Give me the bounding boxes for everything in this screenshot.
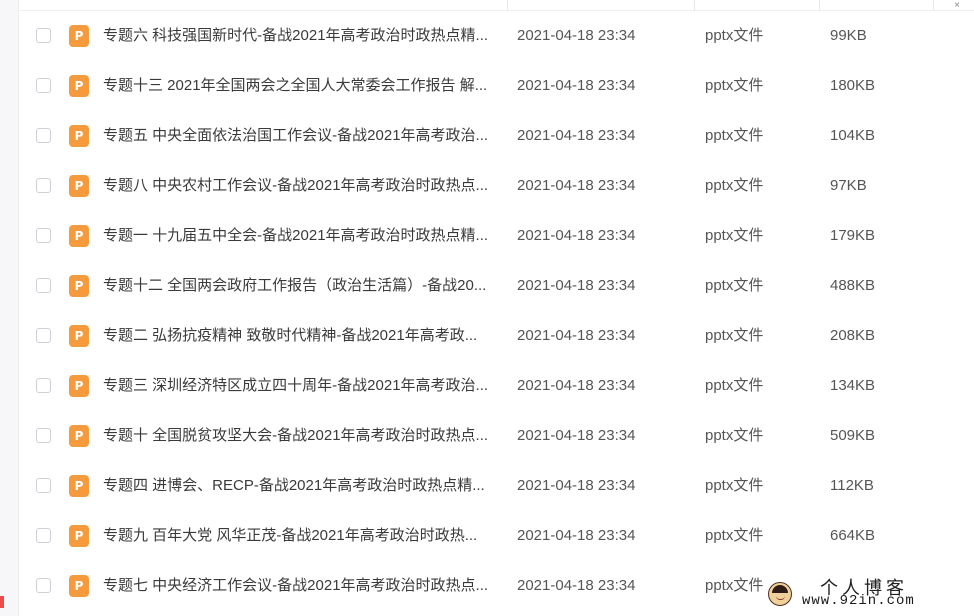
row-checkbox[interactable] — [36, 528, 51, 543]
file-size: 97KB — [830, 177, 867, 194]
file-modified-date: 2021-04-18 23:34 — [517, 427, 636, 444]
file-size: 488KB — [830, 277, 876, 294]
file-name[interactable]: 专题九 百年大党 风华正茂-备战2021年高考政治时政热... — [103, 527, 495, 545]
file-name[interactable]: 专题八 中央农村工作会议-备战2021年高考政治时政热点... — [103, 177, 495, 195]
file-name[interactable]: 专题二 弘扬抗疫精神 致敬时代精神-备战2021年高考政... — [103, 327, 495, 345]
file-row[interactable]: P 专题八 中央农村工作会议-备战2021年高考政治时政热点... 2021-0… — [18, 161, 974, 211]
file-type: pptx文件 — [705, 177, 764, 194]
file-type: pptx文件 — [705, 27, 764, 44]
file-name[interactable]: 专题三 深圳经济特区成立四十周年-备战2021年高考政治... — [103, 377, 495, 395]
close-icon[interactable]: × — [954, 0, 960, 11]
row-checkbox[interactable] — [36, 478, 51, 493]
column-divider — [933, 0, 934, 10]
row-checkbox[interactable] — [36, 428, 51, 443]
file-modified-date: 2021-04-18 23:34 — [517, 227, 636, 244]
file-row[interactable]: P 专题四 进博会、RECP-备战2021年高考政治时政热点精... 2021-… — [18, 461, 974, 511]
ppt-file-icon: P — [69, 375, 89, 397]
row-checkbox[interactable] — [36, 178, 51, 193]
file-type: pptx文件 — [705, 277, 764, 294]
column-divider — [507, 0, 508, 10]
ppt-file-icon: P — [69, 425, 89, 447]
file-modified-date: 2021-04-18 23:34 — [517, 277, 636, 294]
row-checkbox[interactable] — [36, 28, 51, 43]
ppt-file-icon: P — [69, 125, 89, 147]
file-row[interactable]: P 专题十二 全国两会政府工作报告（政治生活篇）-备战20... 2021-04… — [18, 261, 974, 311]
left-sidebar-gutter — [0, 0, 19, 616]
row-checkbox[interactable] — [36, 228, 51, 243]
column-divider — [694, 0, 695, 10]
ppt-file-icon: P — [69, 25, 89, 47]
file-size: 99KB — [830, 27, 867, 44]
row-checkbox[interactable] — [36, 578, 51, 593]
row-checkbox[interactable] — [36, 378, 51, 393]
row-checkbox[interactable] — [36, 328, 51, 343]
file-row[interactable]: P 专题六 科技强国新时代-备战2021年高考政治时政热点精... 2021-0… — [18, 11, 974, 61]
file-row[interactable]: P 专题五 中央全面依法治国工作会议-备战2021年高考政治... 2021-0… — [18, 111, 974, 161]
file-size: 509KB — [830, 427, 876, 444]
file-modified-date: 2021-04-18 23:34 — [517, 127, 636, 144]
file-list: P 专题六 科技强国新时代-备战2021年高考政治时政热点精... 2021-0… — [18, 11, 974, 611]
file-size: 134KB — [830, 377, 876, 394]
file-name[interactable]: 专题四 进博会、RECP-备战2021年高考政治时政热点精... — [103, 477, 495, 495]
left-accent-bar — [0, 596, 4, 608]
ppt-file-icon: P — [69, 175, 89, 197]
file-modified-date: 2021-04-18 23:34 — [517, 27, 636, 44]
file-type: pptx文件 — [705, 127, 764, 144]
row-checkbox[interactable] — [36, 128, 51, 143]
file-modified-date: 2021-04-18 23:34 — [517, 377, 636, 394]
file-modified-date: 2021-04-18 23:34 — [517, 477, 636, 494]
file-name[interactable]: 专题十三 2021年全国两会之全国人大常委会工作报告 解... — [103, 77, 495, 95]
file-type: pptx文件 — [705, 77, 764, 94]
file-name[interactable]: 专题十二 全国两会政府工作报告（政治生活篇）-备战20... — [103, 277, 495, 295]
ppt-file-icon: P — [69, 275, 89, 297]
file-row[interactable]: P 专题一 十九届五中全会-备战2021年高考政治时政热点精... 2021-0… — [18, 211, 974, 261]
file-name[interactable]: 专题五 中央全面依法治国工作会议-备战2021年高考政治... — [103, 127, 495, 145]
ppt-file-icon: P — [69, 575, 89, 597]
file-row[interactable]: P 专题十 全国脱贫攻坚大会-备战2021年高考政治时政热点... 2021-0… — [18, 411, 974, 461]
file-type: pptx文件 — [705, 427, 764, 444]
ppt-file-icon: P — [69, 325, 89, 347]
file-size: 208KB — [830, 327, 876, 344]
file-modified-date: 2021-04-18 23:34 — [517, 527, 636, 544]
file-row[interactable]: P 专题二 弘扬抗疫精神 致敬时代精神-备战2021年高考政... 2021-0… — [18, 311, 974, 361]
ppt-file-icon: P — [69, 525, 89, 547]
ppt-file-icon: P — [69, 225, 89, 247]
file-row[interactable]: P 专题三 深圳经济特区成立四十周年-备战2021年高考政治... 2021-0… — [18, 361, 974, 411]
file-modified-date: 2021-04-18 23:34 — [517, 77, 636, 94]
ppt-file-icon: P — [69, 475, 89, 497]
row-checkbox[interactable] — [36, 278, 51, 293]
file-type: pptx文件 — [705, 377, 764, 394]
file-row[interactable]: P 专题九 百年大党 风华正茂-备战2021年高考政治时政热... 2021-0… — [18, 511, 974, 561]
list-header-strip: × — [18, 0, 974, 11]
file-name[interactable]: 专题六 科技强国新时代-备战2021年高考政治时政热点精... — [103, 27, 495, 45]
file-type: pptx文件 — [705, 577, 764, 594]
file-size: 112KB — [830, 477, 874, 494]
file-modified-date: 2021-04-18 23:34 — [517, 177, 636, 194]
ppt-file-icon: P — [69, 75, 89, 97]
column-divider — [819, 0, 820, 10]
file-name[interactable]: 专题一 十九届五中全会-备战2021年高考政治时政热点精... — [103, 227, 495, 245]
file-size: 664KB — [830, 527, 876, 544]
site-watermark: 个人博客 www.92in.com — [768, 574, 958, 610]
file-size: 104KB — [830, 127, 876, 144]
file-modified-date: 2021-04-18 23:34 — [517, 327, 636, 344]
file-type: pptx文件 — [705, 477, 764, 494]
file-size: 180KB — [830, 77, 876, 94]
watermark-url: www.92in.com — [802, 593, 915, 609]
avatar-icon — [768, 582, 792, 606]
row-checkbox[interactable] — [36, 78, 51, 93]
file-type: pptx文件 — [705, 227, 764, 244]
file-type: pptx文件 — [705, 327, 764, 344]
file-name[interactable]: 专题十 全国脱贫攻坚大会-备战2021年高考政治时政热点... — [103, 427, 495, 445]
file-row[interactable]: P 专题十三 2021年全国两会之全国人大常委会工作报告 解... 2021-0… — [18, 61, 974, 111]
file-name[interactable]: 专题七 中央经济工作会议-备战2021年高考政治时政热点... — [103, 577, 495, 595]
file-size: 179KB — [830, 227, 876, 244]
file-modified-date: 2021-04-18 23:34 — [517, 577, 636, 594]
file-type: pptx文件 — [705, 527, 764, 544]
